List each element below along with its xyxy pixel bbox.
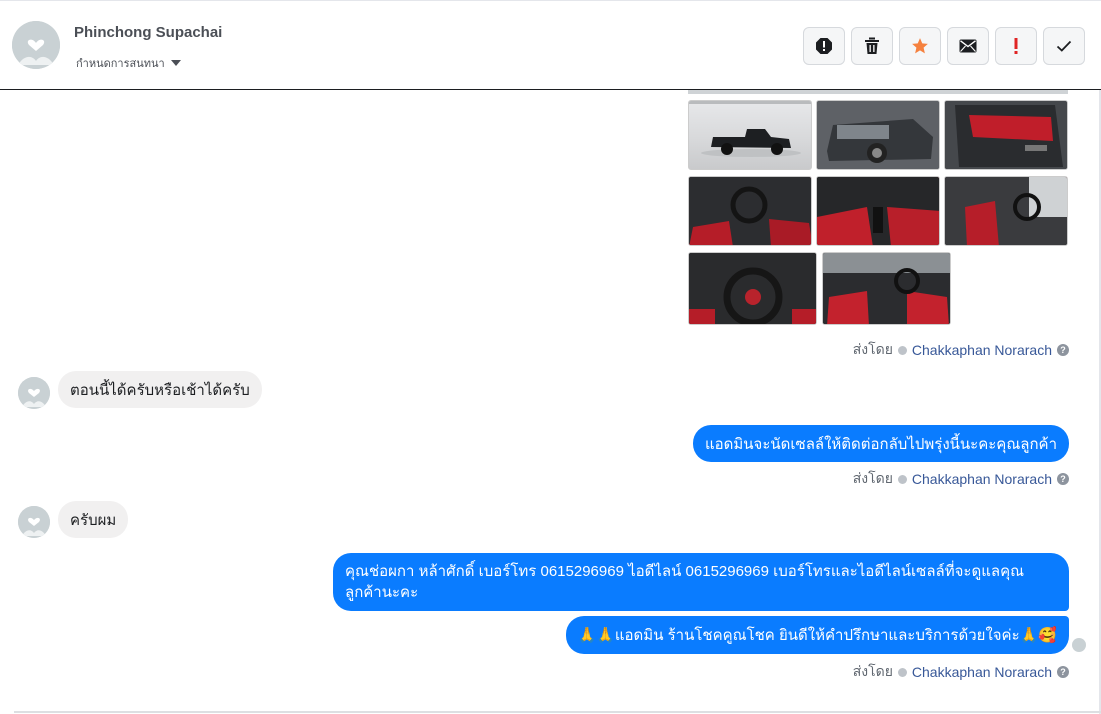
sent-by-prefix: ส่งโดย: [852, 341, 893, 357]
sender-name[interactable]: Chakkaphan Norarach: [912, 342, 1052, 358]
sender-name[interactable]: Chakkaphan Norarach: [912, 471, 1052, 487]
check-icon: [1056, 40, 1072, 52]
sender-name[interactable]: Chakkaphan Norarach: [912, 664, 1052, 680]
assign-conversation-dropdown[interactable]: กำหนดการสนทนา: [76, 54, 181, 72]
report-button[interactable]: [803, 27, 845, 65]
photo-interior-console[interactable]: [816, 176, 940, 246]
sent-check-icon: [897, 474, 907, 484]
photo-pickup-side[interactable]: [688, 100, 812, 170]
photo-interior-seats[interactable]: [944, 176, 1068, 246]
assign-conversation-label: กำหนดการสนทนา: [76, 58, 165, 70]
photo-front-cabin[interactable]: [822, 252, 951, 325]
incoming-message: ครับผม: [58, 501, 129, 538]
help-icon[interactable]: ?: [1057, 666, 1069, 678]
contact-avatar[interactable]: [12, 21, 60, 69]
delete-button[interactable]: [851, 27, 893, 65]
follow-up-button[interactable]: [995, 27, 1037, 65]
sent-check-icon: [897, 667, 907, 677]
sent-by-prefix: ส่งโดย: [852, 663, 893, 679]
sent-by-caption: ส่งโดย Chakkaphan Norarach ?: [853, 661, 1069, 683]
star-icon: [912, 38, 928, 54]
sent-by-prefix: ส่งโดย: [852, 470, 893, 486]
mark-done-button[interactable]: [1043, 27, 1085, 65]
sent-by-caption: ส่งโดย Chakkaphan Norarach ?: [853, 468, 1069, 490]
exclamation-icon: [1014, 38, 1018, 54]
help-icon[interactable]: ?: [1057, 473, 1069, 485]
star-button[interactable]: [899, 27, 941, 65]
mail-icon: [959, 39, 977, 53]
photo-dashboard[interactable]: [688, 252, 817, 325]
outgoing-message: 🙏🙏แอดมิน ร้านโชคคูณโชค ยินดีให้คำปรึกษาแ…: [565, 616, 1069, 654]
mark-unread-button[interactable]: [947, 27, 989, 65]
contact-avatar-small[interactable]: [18, 377, 50, 409]
outgoing-message: แอดมินจะนัดเซลล์ให้ติดต่อกลับไปพรุ่งนี้น…: [692, 425, 1069, 462]
photo-gallery: [688, 90, 1070, 326]
photo-interior-driver[interactable]: [688, 176, 812, 246]
header-actions: [803, 27, 1085, 65]
sent-by-caption: ส่งโดย Chakkaphan Norarach ?: [853, 339, 1069, 361]
trash-icon: [865, 37, 879, 54]
contact-avatar-small[interactable]: [18, 506, 50, 538]
report-icon: [816, 38, 832, 54]
caret-down-icon: [170, 60, 181, 66]
incoming-message: ตอนนี้ได้ครับหรือเช้าได้ครับ: [58, 371, 262, 408]
sent-check-icon: [897, 345, 907, 355]
outgoing-message: คุณช่อผกา หล้าศักดิ์ เบอร์โทร 0615296969…: [333, 553, 1069, 611]
seen-avatar-icon: [1072, 638, 1086, 652]
contact-name[interactable]: Phinchong Supachai: [74, 24, 222, 41]
photo-door-panel[interactable]: [944, 100, 1068, 170]
conversation-header: Phinchong Supachai กำหนดการสนทนา: [0, 0, 1101, 90]
composer-divider: [14, 711, 1101, 713]
photo-pickup-front[interactable]: [816, 100, 940, 170]
photo-row-top-partial: [688, 90, 1068, 94]
help-icon[interactable]: ?: [1057, 344, 1069, 356]
